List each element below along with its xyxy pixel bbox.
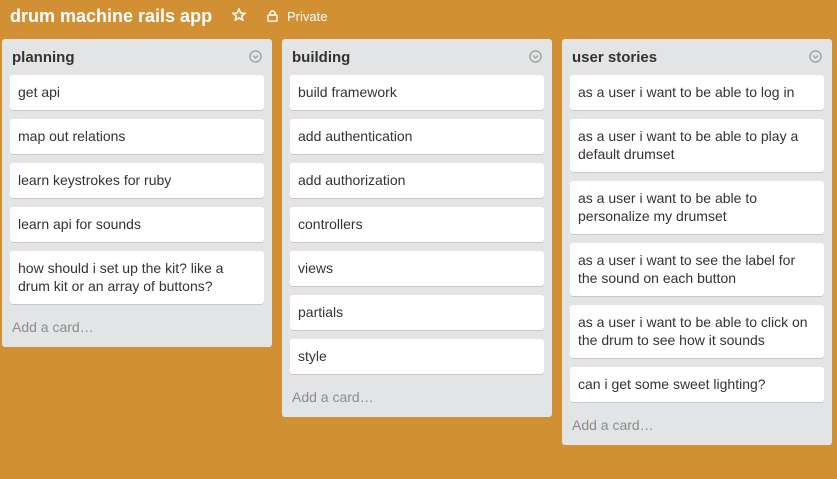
list-building: building build framework add authenticat… bbox=[282, 39, 552, 417]
add-card-button[interactable]: Add a card… bbox=[562, 411, 832, 439]
list-card[interactable]: as a user i want to be able to log in bbox=[570, 75, 824, 110]
visibility-label: Private bbox=[287, 8, 328, 24]
list-card[interactable]: controllers bbox=[290, 207, 544, 242]
list-card[interactable]: add authentication bbox=[290, 119, 544, 154]
list-planning: planning get api map out relations learn… bbox=[2, 39, 272, 347]
board-header: drum machine rails app Private bbox=[0, 0, 837, 36]
list-card[interactable]: map out relations bbox=[10, 119, 264, 154]
add-card-button[interactable]: Add a card… bbox=[2, 313, 272, 341]
chevron-down-icon[interactable] bbox=[809, 50, 822, 63]
list-header: planning bbox=[2, 39, 272, 75]
board-title[interactable]: drum machine rails app bbox=[10, 6, 212, 27]
list-card[interactable]: views bbox=[290, 251, 544, 286]
list-card[interactable]: add authorization bbox=[290, 163, 544, 198]
lock-icon bbox=[267, 10, 278, 22]
list-title[interactable]: building bbox=[292, 49, 350, 66]
list-card[interactable]: partials bbox=[290, 295, 544, 330]
add-card-button[interactable]: Add a card… bbox=[282, 383, 552, 411]
list-card[interactable]: as a user i want to be able to click on … bbox=[570, 305, 824, 358]
list-card[interactable]: as a user i want to see the label for th… bbox=[570, 243, 824, 296]
list-header: building bbox=[282, 39, 552, 75]
chevron-down-icon[interactable] bbox=[249, 50, 262, 63]
list-card[interactable]: style bbox=[290, 339, 544, 374]
list-card[interactable]: build framework bbox=[290, 75, 544, 110]
list-header: user stories bbox=[562, 39, 832, 75]
chevron-down-icon[interactable] bbox=[529, 50, 542, 63]
list-card[interactable]: learn keystrokes for ruby bbox=[10, 163, 264, 198]
list-card[interactable]: as a user i want to be able to play a de… bbox=[570, 119, 824, 172]
list-card[interactable]: get api bbox=[10, 75, 264, 110]
list-card[interactable]: can i get some sweet lighting? bbox=[570, 367, 824, 402]
star-icon[interactable] bbox=[231, 7, 247, 23]
list-card[interactable]: how should i set up the kit? like a drum… bbox=[10, 251, 264, 304]
list-user-stories: user stories as a user i want to be able… bbox=[562, 39, 832, 445]
visibility-button[interactable]: Private bbox=[267, 8, 327, 24]
list-title[interactable]: planning bbox=[12, 49, 75, 66]
list-card[interactable]: as a user i want to be able to personali… bbox=[570, 181, 824, 234]
list-card[interactable]: learn api for sounds bbox=[10, 207, 264, 242]
list-title[interactable]: user stories bbox=[572, 49, 657, 66]
